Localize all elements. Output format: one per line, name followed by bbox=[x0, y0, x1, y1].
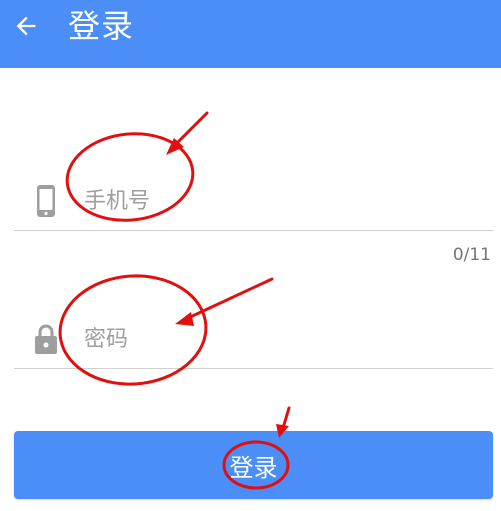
phone-icon bbox=[34, 181, 58, 221]
login-button[interactable]: 登录 bbox=[14, 431, 493, 499]
phone-underline bbox=[14, 230, 493, 231]
password-underline bbox=[14, 368, 493, 369]
phone-input[interactable] bbox=[84, 181, 474, 221]
password-input[interactable] bbox=[84, 319, 474, 359]
arrow-left-icon bbox=[16, 16, 36, 36]
back-button[interactable] bbox=[8, 8, 44, 44]
password-field bbox=[14, 309, 493, 369]
phone-field bbox=[14, 171, 493, 231]
phone-char-counter: 0/11 bbox=[452, 245, 491, 265]
app-bar: 登录 bbox=[0, 0, 501, 68]
page-title: 登录 bbox=[68, 7, 135, 45]
lock-icon bbox=[34, 319, 58, 359]
login-screen: 登录 0/11 登录 bbox=[0, 0, 501, 511]
annotation-arrow-phone bbox=[166, 111, 209, 155]
